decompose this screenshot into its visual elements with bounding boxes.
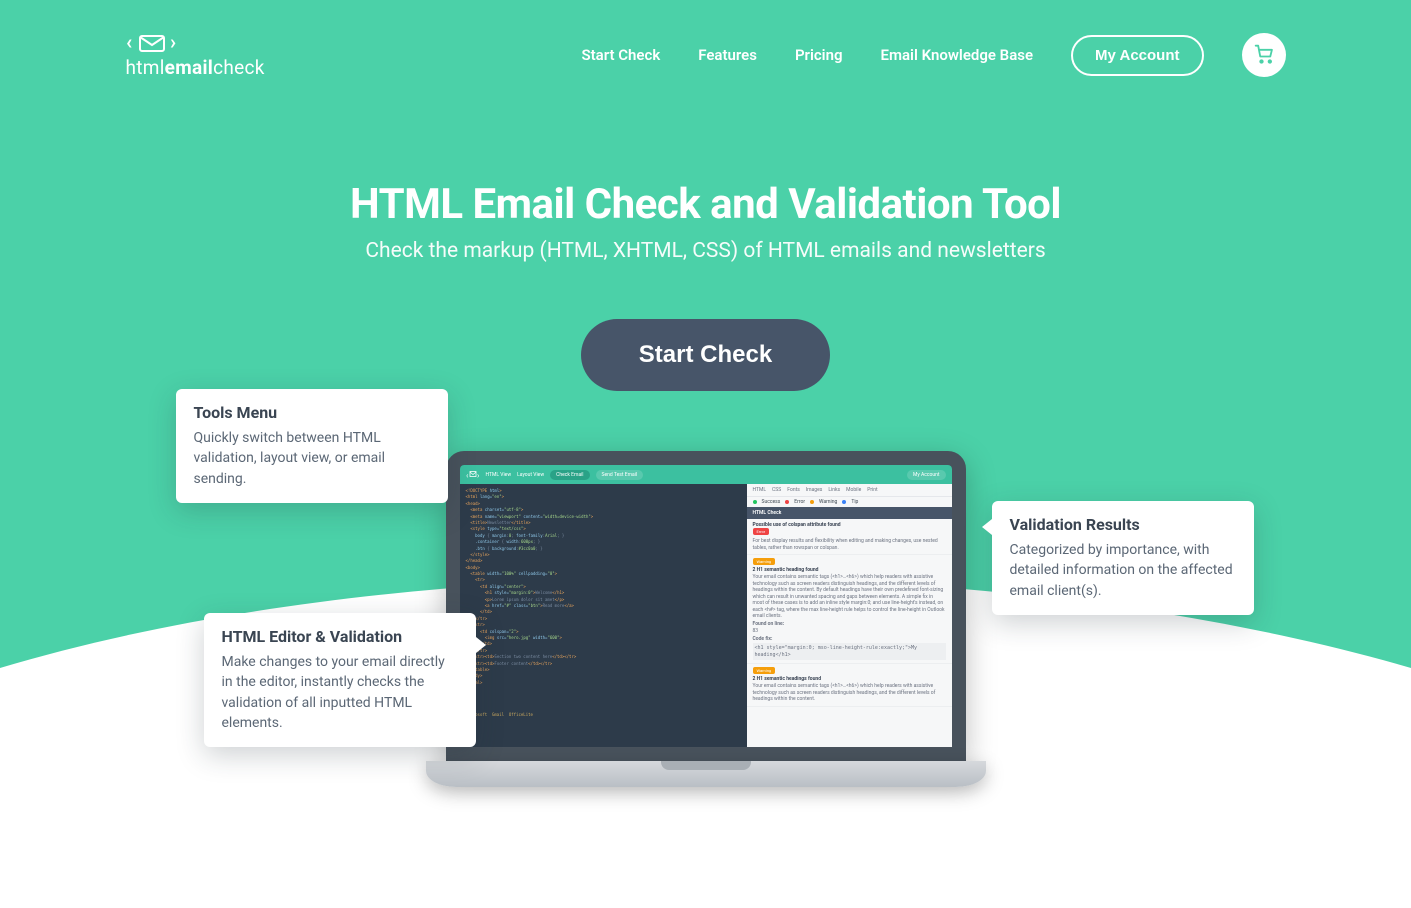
start-check-button[interactable]: Start Check bbox=[581, 319, 830, 391]
results-legend: Success Error Warning Tip bbox=[747, 497, 952, 507]
nav-knowledge-base[interactable]: Email Knowledge Base bbox=[881, 46, 1034, 64]
svg-text:›: › bbox=[170, 32, 176, 54]
app-tab-send-test: Send Test Email bbox=[596, 470, 644, 480]
nav-start-check[interactable]: Start Check bbox=[581, 46, 660, 64]
brand-text: htmlemailcheck bbox=[126, 56, 265, 79]
callout-body: Quickly switch between HTML validation, … bbox=[194, 428, 430, 489]
results-pane: HTML CSS Fonts Images Links Mobile Print… bbox=[747, 484, 952, 747]
code-editor-pane: <!DOCTYPE html> <html lang="en"> <head> … bbox=[460, 484, 747, 747]
callout-validation-results: Validation Results Categorized by import… bbox=[992, 501, 1254, 615]
main-nav: Start Check Features Pricing Email Knowl… bbox=[581, 33, 1285, 77]
laptop-base bbox=[426, 761, 986, 787]
app-account: My Account bbox=[907, 470, 945, 480]
cart-icon bbox=[1254, 44, 1274, 67]
hero-subtitle: Check the markup (HTML, XHTML, CSS) of H… bbox=[256, 239, 1156, 263]
result-item: Warning 2 H1 semantic heading found Your… bbox=[747, 555, 952, 664]
cart-button[interactable] bbox=[1242, 33, 1286, 77]
result-item: Possible use of colspan attribute found … bbox=[747, 519, 952, 555]
legend-dot-warning bbox=[810, 500, 814, 504]
hero-title: HTML Email Check and Validation Tool bbox=[256, 180, 1156, 229]
hero-section: ‹ › htmlemailcheck Start Check Features … bbox=[0, 0, 1411, 908]
laptop-notch bbox=[661, 761, 751, 770]
callout-body: Make changes to your email directly in t… bbox=[222, 652, 458, 733]
results-category-tabs: HTML CSS Fonts Images Links Mobile Print bbox=[747, 484, 952, 497]
site-header: ‹ › htmlemailcheck Start Check Features … bbox=[76, 20, 1336, 90]
svg-text:‹: ‹ bbox=[126, 32, 132, 54]
app-tab-html-view: HTML View bbox=[486, 472, 512, 478]
callout-editor: HTML Editor & Validation Make changes to… bbox=[204, 613, 476, 747]
results-header: HTML Check bbox=[747, 507, 952, 519]
hero-content: HTML Email Check and Validation Tool Che… bbox=[256, 180, 1156, 391]
app-body: <!DOCTYPE html> <html lang="en"> <head> … bbox=[460, 484, 952, 747]
result-item: Warning 2 H1 semantic headings found You… bbox=[747, 664, 952, 707]
app-toolbar: ‹› HTML View Layout View Check Email Sen… bbox=[460, 465, 952, 484]
svg-text:›: › bbox=[477, 471, 480, 480]
legend-dot-error bbox=[785, 500, 789, 504]
callout-arrow-icon bbox=[982, 519, 992, 535]
legend-dot-tip bbox=[842, 500, 846, 504]
laptop-screen: ‹› HTML View Layout View Check Email Sen… bbox=[446, 451, 966, 761]
laptop-mockup: ‹› HTML View Layout View Check Email Sen… bbox=[446, 451, 966, 787]
nav-features[interactable]: Features bbox=[698, 46, 757, 64]
app-logo-icon: ‹› bbox=[466, 470, 480, 480]
callout-title: Validation Results bbox=[1010, 515, 1236, 534]
envelope-icon: ‹ › bbox=[126, 32, 180, 54]
callout-tools-menu: Tools Menu Quickly switch between HTML v… bbox=[176, 389, 448, 503]
callout-arrow-icon bbox=[476, 637, 486, 653]
brand-logo[interactable]: ‹ › htmlemailcheck bbox=[126, 32, 265, 79]
app-tab-check-email: Check Email bbox=[550, 470, 589, 480]
app-tab-layout-view: Layout View bbox=[517, 472, 544, 478]
my-account-button[interactable]: My Account bbox=[1071, 35, 1203, 76]
product-preview: Tools Menu Quickly switch between HTML v… bbox=[216, 451, 1196, 787]
nav-pricing[interactable]: Pricing bbox=[795, 46, 843, 64]
legend-dot-success bbox=[753, 500, 757, 504]
svg-text:‹: ‹ bbox=[466, 471, 469, 480]
callout-title: Tools Menu bbox=[194, 403, 430, 422]
callout-title: HTML Editor & Validation bbox=[222, 627, 458, 646]
callout-body: Categorized by importance, with detailed… bbox=[1010, 540, 1236, 601]
